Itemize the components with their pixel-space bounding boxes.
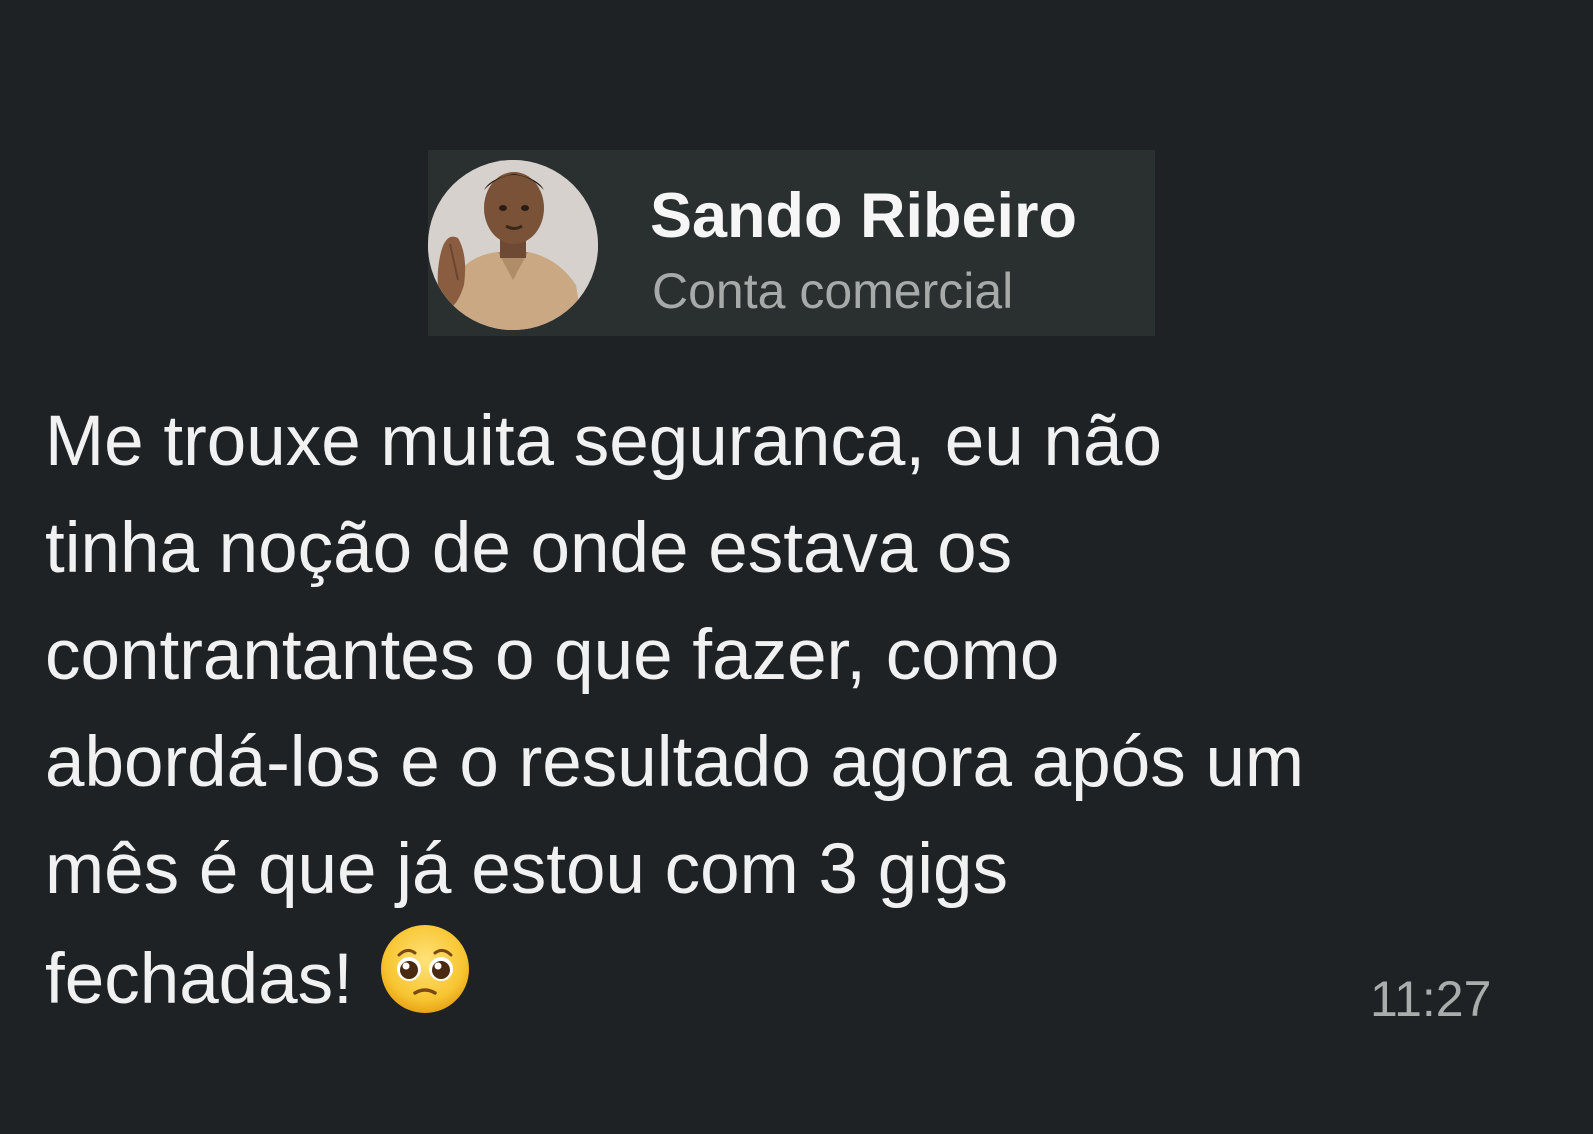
contact-header[interactable]: Sando Ribeiro Conta comercial — [428, 150, 1155, 336]
avatar-photo-icon — [428, 160, 598, 330]
chat-screen: Sando Ribeiro Conta comercial Me trouxe … — [0, 0, 1593, 1134]
contact-subtitle: Conta comercial — [652, 263, 1014, 319]
contact-name: Sando Ribeiro — [650, 181, 1078, 251]
message-line: contrantantes o que fazer, como — [45, 616, 1060, 695]
message-timestamp: 11:27 — [1370, 971, 1492, 1027]
message-line: tinha noção de onde estava os — [45, 509, 1013, 588]
message-last-line: fechadas! — [45, 923, 1545, 1045]
message-line: Me trouxe muita seguranca, eu não — [45, 402, 1162, 481]
message-line: mês é que já estou com 3 gigs — [45, 830, 1008, 909]
message-bubble[interactable]: Me trouxe muita seguranca, eu não tinha … — [45, 388, 1545, 1045]
contact-avatar[interactable] — [428, 160, 598, 330]
pleading-face-emoji-icon — [379, 923, 471, 1045]
message-line: abordá-los e o resultado agora após um — [45, 723, 1305, 802]
message-line: fechadas! — [45, 940, 353, 1019]
